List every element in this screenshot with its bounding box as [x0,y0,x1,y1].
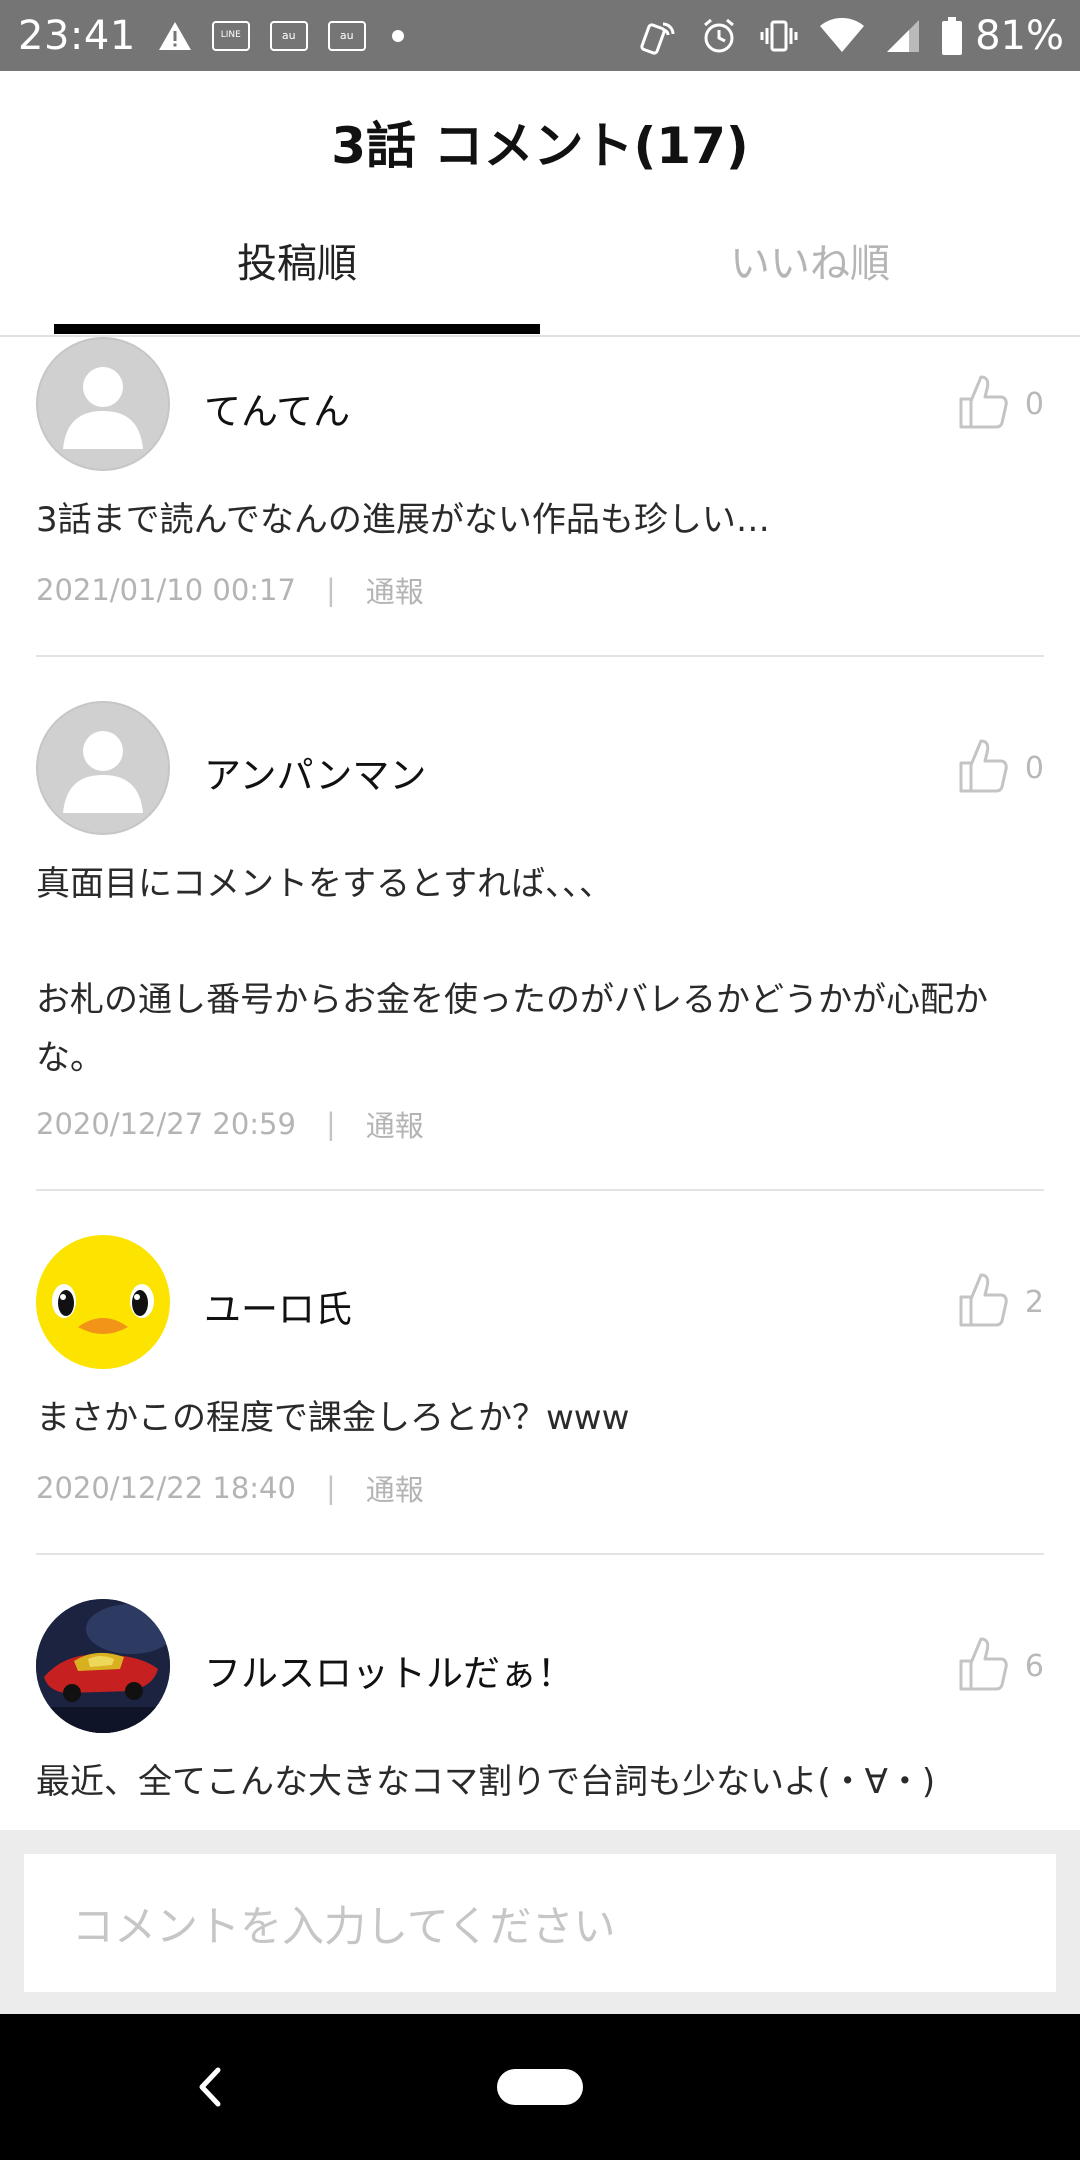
comment-text: 3話まで読んでなんの進展がない作品も珍しい… [36,500,770,540]
comment-user-name[interactable]: ユーロ氏 [204,1279,352,1333]
default-avatar-icon[interactable] [36,337,170,471]
comment-item: ユーロ氏 2 まさかこの程度で課金しろとか？www 2020/12/22 18:… [36,1191,1044,1553]
comment-date: 2021/01/10 00:17 [36,573,296,607]
thumbs-up-icon [957,373,1009,435]
comment-text: 真面目にコメントをするとすれば、、、 お札の通し番号からお金を使ったのがバレるか… [36,864,988,1078]
like-count: 0 [1024,750,1044,786]
comment-text: まさかこの程度で課金しろとか？www [36,1398,630,1438]
nfc-phone-icon [639,16,679,56]
comment-list[interactable]: てんてん 0 3話まで読んでなんの進展がない作品も珍しい… 2021/01/10… [0,337,1080,1830]
like-count: 2 [1024,1284,1044,1320]
comment-date: 2020/12/27 20:59 [36,1107,296,1141]
thumbs-up-icon [957,1635,1009,1697]
duck-avatar[interactable] [36,1235,170,1369]
comment-user-name[interactable]: フルスロットルだぁ！ [204,1643,574,1697]
back-chevron-icon[interactable] [190,2064,230,2110]
vibrate-icon [759,16,799,56]
page-title: 3話 コメント(17) [331,117,749,175]
like-count: 0 [1024,386,1044,422]
meta-separator: | [325,573,336,607]
tab-likes[interactable]: いいね順 [540,231,1080,311]
comment-input[interactable]: コメントを入力してください [24,1854,1056,1992]
cell-signal-icon [885,18,921,54]
navigation-bar [0,2014,1080,2160]
au-notification-icon-2: au [327,20,366,51]
comment-text: 最近、全てこんな大きなコマ割りで台詞も少ないよ(・∀・) [36,1762,936,1802]
home-pill-button[interactable] [497,2069,583,2105]
comment-item: アンパンマン 0 真面目にコメントをするとすれば、、、 お札の通し番号からお金を… [36,657,1044,1189]
car-photo-avatar[interactable] [36,1599,170,1733]
like-button[interactable]: 0 [957,373,1044,435]
battery-icon [941,16,963,56]
comment-meta: 2020/12/22 18:40 | 通報 [36,1467,424,1509]
status-bar-left: 23:41 LINE au au [18,13,404,59]
comment-item: てんてん 0 3話まで読んでなんの進展がない作品も珍しい… 2021/01/10… [36,337,1044,655]
report-link[interactable]: 通報 [366,1467,424,1509]
thumbs-up-icon [957,737,1009,799]
comment-user-name[interactable]: アンパンマン [204,745,426,799]
status-bar: 23:41 LINE au au 81% [0,0,1080,71]
au-notification-icon: au [269,20,308,51]
like-count: 6 [1024,1648,1044,1684]
comment-input-area: コメントを入力してください [0,1830,1080,2014]
like-button[interactable]: 6 [957,1635,1044,1697]
report-link[interactable]: 通報 [366,1103,424,1145]
tab-indicator [54,324,540,334]
status-time: 23:41 [18,12,136,59]
meta-separator: | [325,1471,336,1505]
line-manga-notification-icon: LINE [211,20,250,51]
like-button[interactable]: 2 [957,1271,1044,1333]
comment-user-name[interactable]: てんてん [204,381,350,435]
default-avatar-icon[interactable] [36,701,170,835]
comment-meta: 2021/01/10 00:17 | 通報 [36,569,424,611]
warning-icon [158,21,192,51]
meta-separator: | [325,1107,336,1141]
wifi-icon [819,17,865,54]
comment-date: 2020/12/22 18:40 [36,1471,296,1505]
battery-percentage: 81% [975,12,1064,59]
more-notifications-dot-icon [391,29,404,42]
thumbs-up-icon [957,1271,1009,1333]
tab-newest[interactable]: 投稿順 [54,231,540,311]
report-link[interactable]: 通報 [366,569,424,611]
alarm-icon [699,16,739,56]
comment-item: フルスロットルだぁ！ 6 最近、全てこんな大きなコマ割りで台詞も少ないよ(・∀・… [36,1555,1044,1830]
header: 3話 コメント(17) 投稿順 いいね順 [0,71,1080,337]
comment-meta: 2020/12/27 20:59 | 通報 [36,1103,424,1145]
like-button[interactable]: 0 [957,737,1044,799]
status-bar-right: 81% [639,13,1064,59]
